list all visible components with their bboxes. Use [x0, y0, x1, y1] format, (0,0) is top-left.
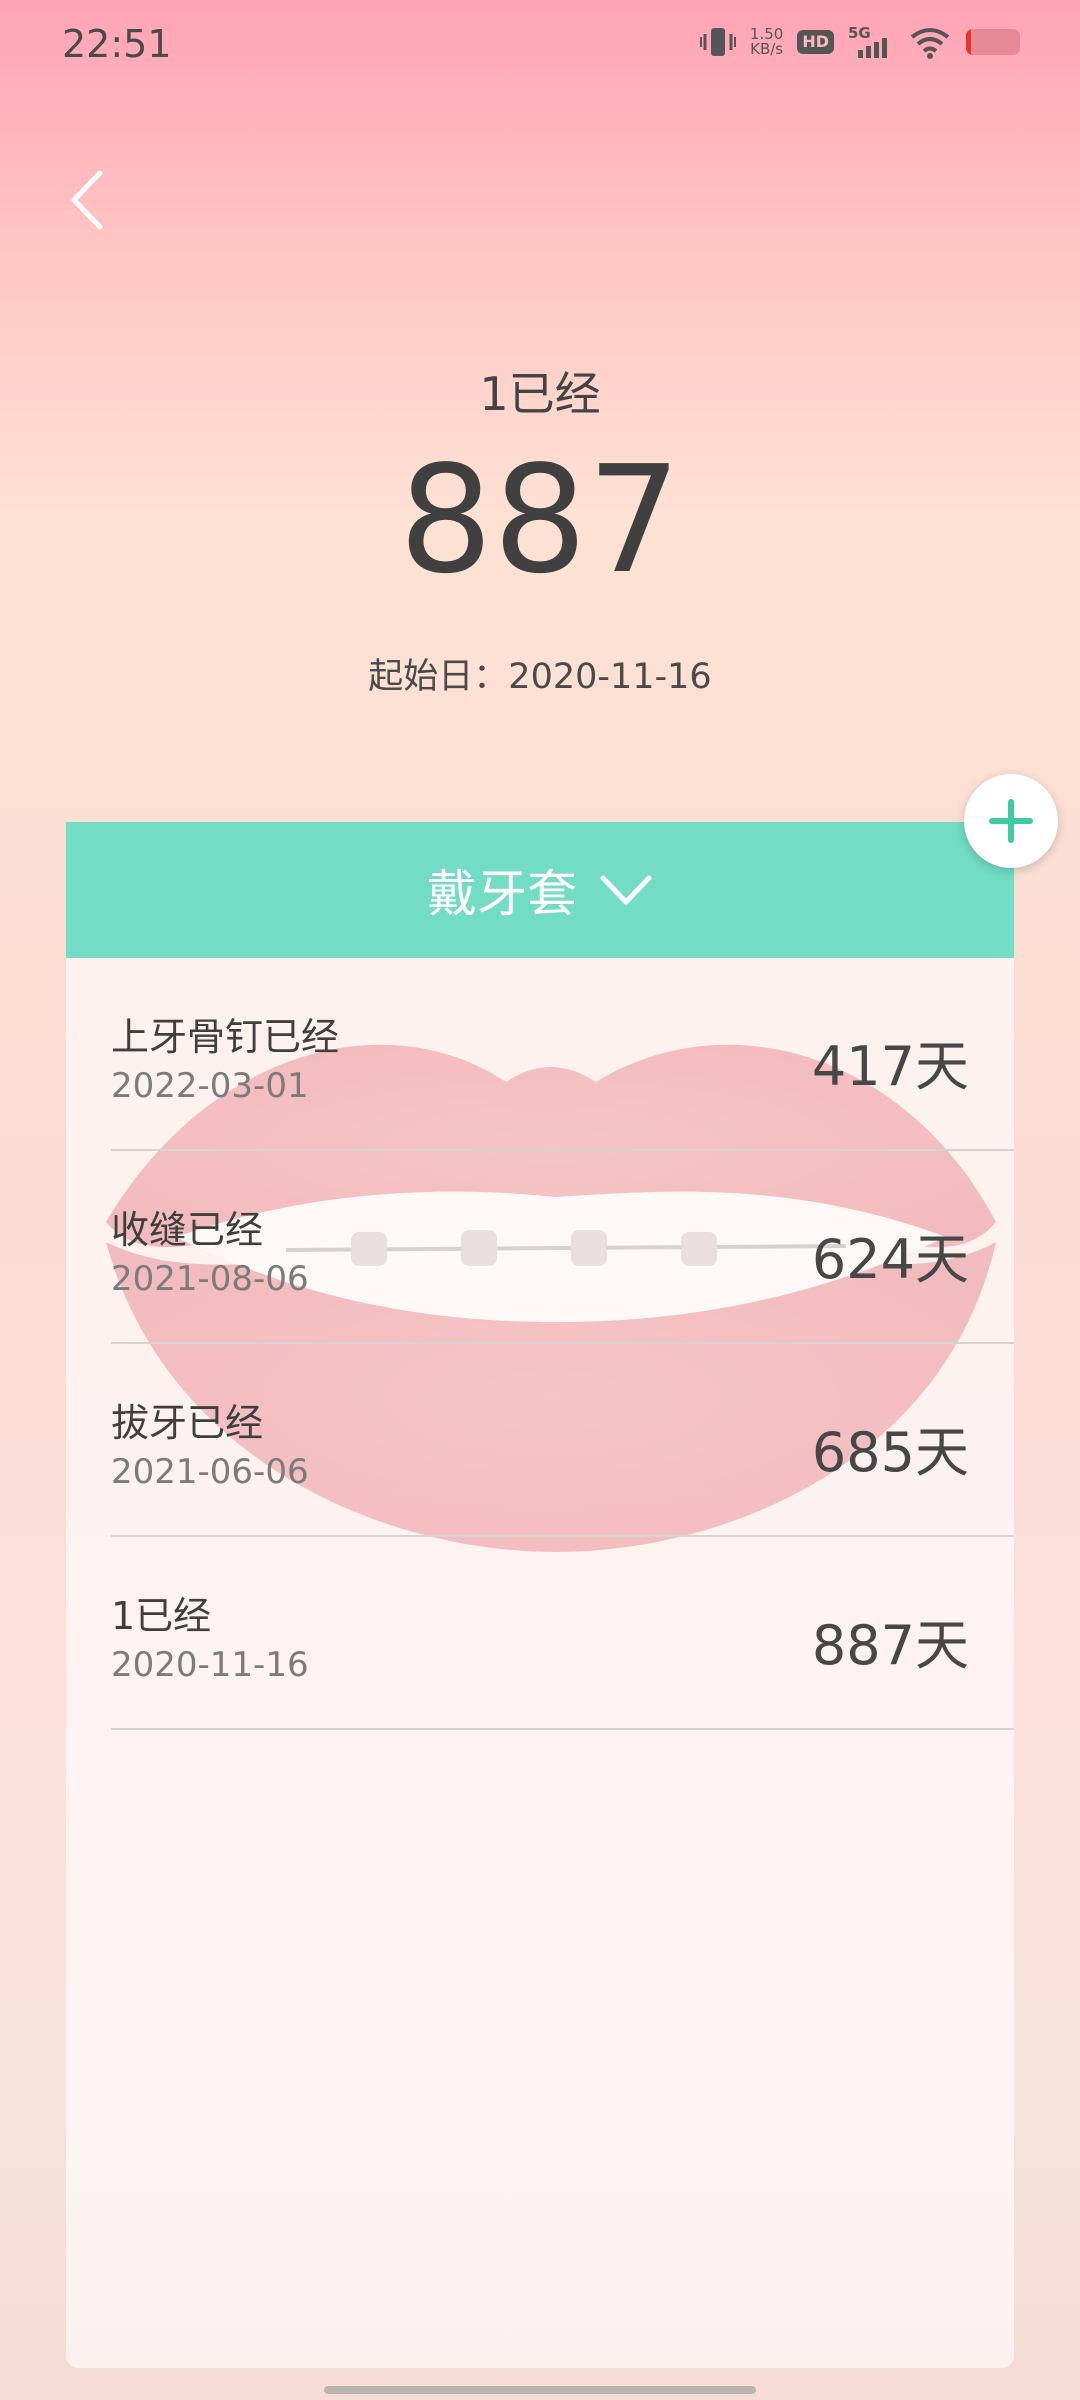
record-name: 1已经 [111, 1594, 212, 1638]
record-item[interactable]: 上牙骨钉已经 2022-03-01 417天 [111, 958, 1014, 1151]
signal-5g-icon: 5G [848, 24, 894, 60]
record-date: 2022-03-01 [111, 1066, 309, 1106]
record-item[interactable]: 拔牙已经 2021-06-06 685天 [111, 1344, 1014, 1537]
hd-icon: HD [797, 30, 834, 54]
add-record-button[interactable] [964, 774, 1058, 868]
category-title: 戴牙套 [427, 865, 577, 923]
status-icons: 1.50 KB/s HD 5G [699, 22, 1020, 62]
network-label: 5G [848, 24, 871, 42]
record-days: 417天 [811, 1035, 969, 1098]
chevron-left-icon [71, 170, 103, 230]
records-card: 戴牙套 上牙骨钉已经 2022-03-01 417天 收缝已经 2021-08-… [66, 822, 1014, 2368]
record-name: 拔牙已经 [111, 1401, 264, 1445]
page-title: 1已经 [479, 367, 601, 421]
record-days: 685天 [811, 1421, 969, 1484]
back-button[interactable] [62, 165, 122, 235]
record-date: 2021-06-06 [111, 1452, 309, 1492]
record-days: 624天 [811, 1228, 969, 1291]
status-bar: 22:51 1.50 KB/s HD 5G [0, 0, 1080, 84]
wifi-icon [908, 25, 952, 59]
records-list: 上牙骨钉已经 2022-03-01 417天 收缝已经 2021-08-06 6… [66, 958, 1014, 1730]
record-name: 上牙骨钉已经 [111, 1015, 340, 1059]
record-days: 887天 [811, 1614, 969, 1677]
start-date-label: 起始日：2020-11-16 [368, 657, 712, 697]
record-date: 2020-11-16 [111, 1645, 309, 1685]
days-counter: 887 [398, 434, 682, 606]
net-speed-unit: KB/s [750, 40, 784, 58]
battery-level [966, 29, 972, 55]
status-time: 22:51 [62, 22, 172, 66]
category-selector[interactable]: 戴牙套 [66, 822, 1014, 958]
record-item[interactable]: 1已经 2020-11-16 887天 [111, 1537, 1014, 1730]
record-date: 2021-08-06 [111, 1259, 309, 1299]
plus-icon [989, 799, 1033, 843]
record-name: 收缝已经 [111, 1208, 264, 1252]
chevron-down-icon [600, 875, 652, 905]
home-indicator[interactable] [324, 2386, 756, 2394]
battery-icon [966, 29, 1020, 55]
vibrate-icon [699, 25, 736, 59]
net-speed: 1.50 KB/s [750, 27, 783, 57]
record-item[interactable]: 收缝已经 2021-08-06 624天 [111, 1151, 1014, 1344]
